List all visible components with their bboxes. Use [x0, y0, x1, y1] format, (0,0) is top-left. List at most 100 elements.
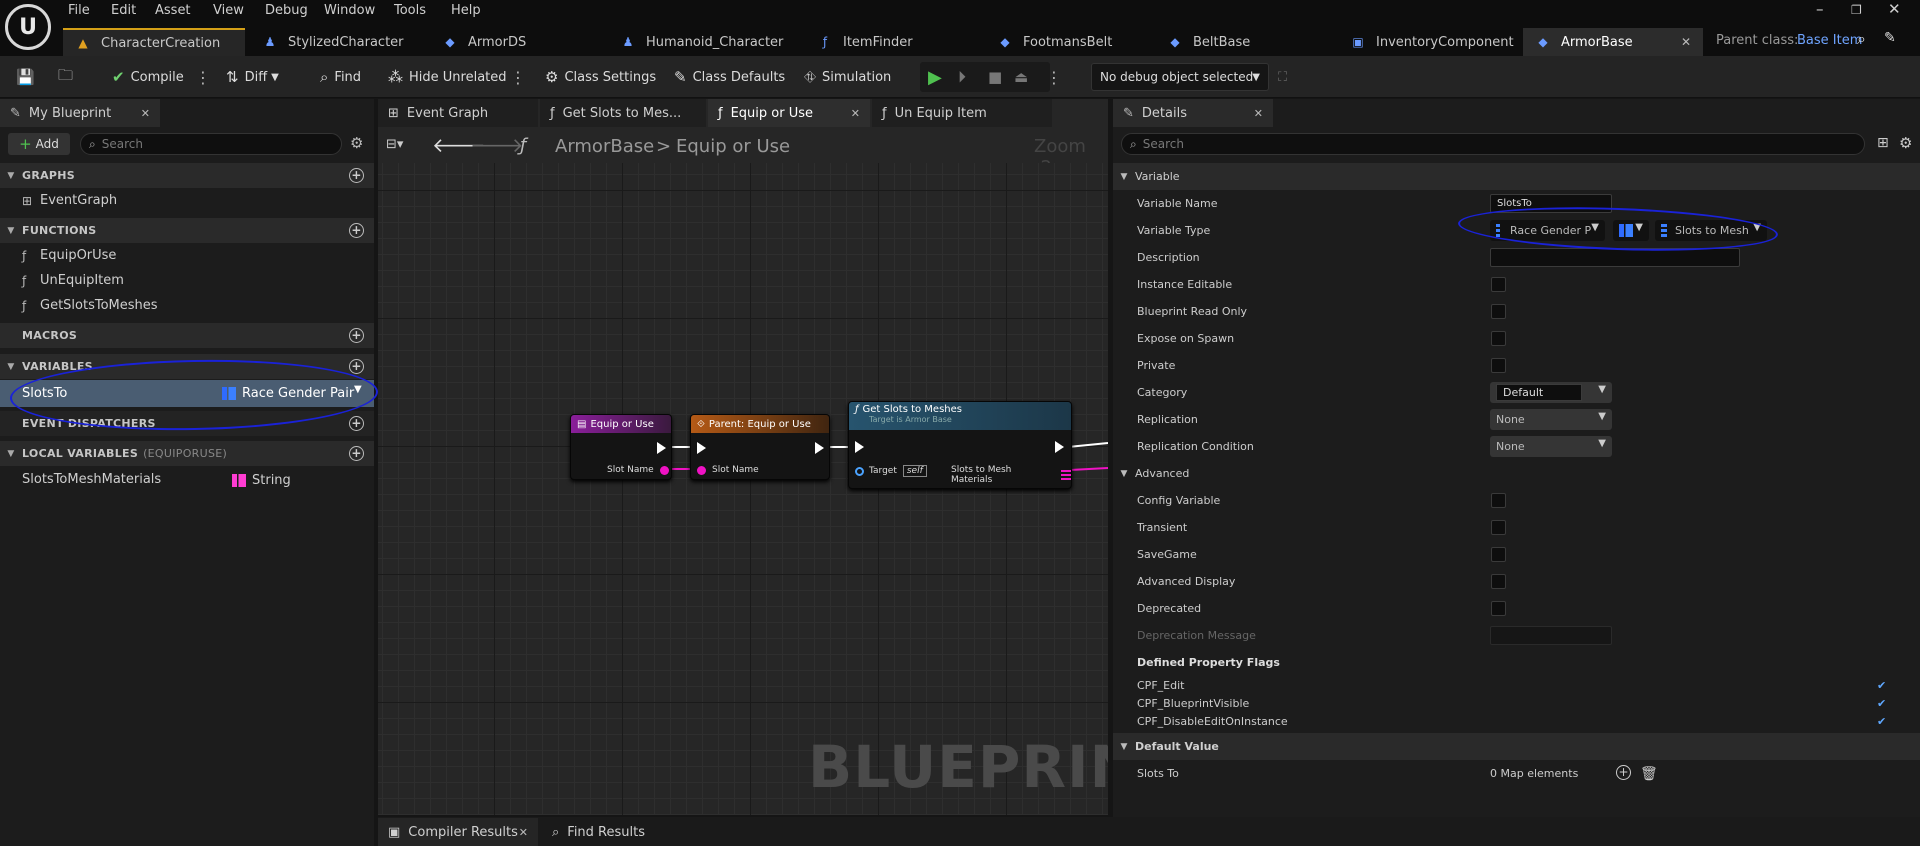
exec-out-pin[interactable]: [815, 442, 824, 454]
menu-debug[interactable]: Debug: [265, 3, 308, 18]
target-pin[interactable]: Target self: [855, 465, 927, 477]
search-input[interactable]: ⌕ Search: [80, 133, 342, 155]
details-search-input[interactable]: ⌕ Search: [1121, 133, 1865, 155]
function-item-equiporuse[interactable]: ƒ EquipOrUse: [0, 243, 374, 268]
node-parent-equip-or-use[interactable]: ⟐ Parent: Equip or Use Slot Name: [690, 414, 830, 480]
section-advanced[interactable]: ▼ Advanced: [1113, 460, 1920, 487]
asset-tab-beltbase[interactable]: ◆ BeltBase: [1155, 28, 1335, 56]
add-macro-icon[interactable]: +: [349, 328, 364, 343]
private-checkbox[interactable]: [1491, 358, 1506, 373]
class-settings-button[interactable]: ⚙ Class Settings: [545, 56, 656, 98]
menu-asset[interactable]: Asset: [155, 3, 191, 18]
add-dispatcher-icon[interactable]: +: [349, 416, 364, 431]
save-button[interactable]: 💾: [16, 56, 41, 98]
function-item-unequipitem[interactable]: ƒ UnEquipItem: [0, 268, 374, 293]
advanced-display-checkbox[interactable]: [1491, 574, 1506, 589]
compile-button[interactable]: ✔ Compile: [112, 56, 184, 98]
graph-canvas[interactable]: ▤ Equip or Use Slot Name ⟐ Parent: Equip o…: [378, 163, 1108, 815]
hide-unrelated-options-icon[interactable]: ⋮: [510, 56, 526, 98]
add-graph-icon[interactable]: +: [349, 168, 364, 183]
asset-tab-itemfinder[interactable]: ƒ ItemFinder: [805, 28, 985, 56]
exec-out-pin[interactable]: [1055, 441, 1064, 453]
browse-button[interactable]: 🗀: [58, 56, 79, 98]
class-defaults-button[interactable]: ✎ Class Defaults: [674, 56, 785, 98]
asset-tab-humanoid[interactable]: ♟ Humanoid_Character: [608, 28, 803, 56]
add-button[interactable]: + Add: [8, 133, 70, 155]
menu-tools[interactable]: Tools: [394, 3, 426, 18]
function-item-getslotstomeshes[interactable]: ƒ GetSlotsToMeshes: [0, 293, 374, 318]
section-graphs[interactable]: ▼ GRAPHS +: [0, 163, 374, 188]
trash-icon[interactable]: 🗑: [1640, 766, 1658, 782]
replication-condition-dropdown[interactable]: None ▼: [1490, 436, 1612, 457]
menu-help[interactable]: Help: [451, 3, 481, 18]
expose-on-spawn-checkbox[interactable]: [1491, 331, 1506, 346]
node-function-entry[interactable]: ▤ Equip or Use Slot Name: [570, 414, 672, 480]
menu-window[interactable]: Window: [324, 3, 375, 18]
parent-class-link[interactable]: Base Item: [1797, 33, 1862, 48]
eject-icon[interactable]: ⏏: [1014, 56, 1028, 98]
close-tab-icon[interactable]: ✕: [1254, 107, 1263, 120]
details-tab[interactable]: ✎ Details ✕: [1113, 99, 1273, 127]
category-dropdown[interactable]: Default ▼: [1490, 382, 1612, 403]
close-tab-icon[interactable]: ✕: [851, 107, 860, 120]
stop-icon[interactable]: ■: [988, 56, 1002, 98]
graph-tab-get-slots[interactable]: ƒ Get Slots to Mes...: [540, 99, 706, 127]
description-input[interactable]: [1490, 248, 1740, 267]
play-icon[interactable]: ▶: [928, 56, 942, 98]
bookmark-icon[interactable]: ⊟▾: [386, 137, 403, 152]
config-variable-checkbox[interactable]: [1491, 493, 1506, 508]
savegame-checkbox[interactable]: [1491, 547, 1506, 562]
add-function-icon[interactable]: +: [349, 223, 364, 238]
step-icon[interactable]: ⏵: [958, 56, 966, 98]
breadcrumb-root[interactable]: ArmorBase: [555, 136, 654, 157]
deprecated-checkbox[interactable]: [1491, 601, 1506, 616]
local-variable-item[interactable]: SlotsToMeshMaterials String: [0, 467, 374, 492]
section-functions[interactable]: ▼ FUNCTIONS +: [0, 218, 374, 243]
add-element-icon[interactable]: +: [1616, 765, 1631, 780]
asset-tab-footmansbelt[interactable]: ◆ FootmansBelt: [985, 28, 1155, 56]
minimize-icon[interactable]: –: [1816, 0, 1824, 18]
close-tab-icon[interactable]: ✕: [519, 826, 528, 839]
simulation-button[interactable]: ⛗ Simulation: [804, 56, 891, 98]
play-options-icon[interactable]: ⋮: [1046, 56, 1062, 98]
blueprint-read-only-checkbox[interactable]: [1491, 304, 1506, 319]
asset-tab-armorbase[interactable]: ◆ ArmorBase ✕: [1523, 28, 1703, 56]
section-macros[interactable]: MACROS +: [0, 323, 374, 348]
compile-options-icon[interactable]: ⋮: [195, 56, 211, 98]
edit-pencil-icon[interactable]: ✎: [1884, 30, 1896, 46]
menu-file[interactable]: File: [68, 3, 90, 18]
menu-view[interactable]: View: [213, 3, 244, 18]
close-window-icon[interactable]: ✕: [1888, 0, 1901, 18]
exec-in-pin[interactable]: [855, 441, 864, 453]
slots-to-mesh-materials-pin[interactable]: Slots to Mesh Materials: [951, 465, 1071, 485]
instance-editable-checkbox[interactable]: [1491, 277, 1506, 292]
unreal-logo-icon[interactable]: U: [5, 4, 51, 50]
node-get-slots-to-meshes[interactable]: ƒ Get Slots to Meshes Target is Armor Bas…: [848, 401, 1072, 489]
debug-filter-icon[interactable]: ⛶: [1278, 56, 1287, 98]
add-local-variable-icon[interactable]: +: [349, 446, 364, 461]
replication-dropdown[interactable]: None ▼: [1490, 409, 1612, 430]
category-input[interactable]: Default: [1496, 384, 1582, 401]
transient-checkbox[interactable]: [1491, 520, 1506, 535]
hide-unrelated-button[interactable]: ⁂ Hide Unrelated: [388, 56, 507, 98]
close-tab-icon[interactable]: ✕: [141, 107, 150, 120]
asset-tab-charactercreation[interactable]: ▲ CharacterCreation: [63, 28, 245, 56]
gear-icon[interactable]: ⚙: [350, 134, 363, 152]
close-tab-icon[interactable]: ✕: [1681, 35, 1691, 49]
section-default-value[interactable]: ▼ Default Value: [1113, 733, 1920, 760]
graph-tab-event-graph[interactable]: ⊞ Event Graph: [378, 99, 538, 127]
table-view-icon[interactable]: ⊞: [1877, 135, 1889, 151]
asset-tab-armords[interactable]: ◆ ArmorDS: [430, 28, 600, 56]
forward-arrow-icon[interactable]: 🡒: [470, 133, 524, 157]
slot-name-out-pin[interactable]: Slot Name: [607, 465, 669, 475]
my-blueprint-tab[interactable]: ✎ My Blueprint ✕: [0, 99, 160, 127]
diff-button[interactable]: ⇅ Diff ▼: [226, 56, 279, 98]
find-button[interactable]: ⌕ Find: [320, 56, 361, 98]
asset-tab-inventorycomponent[interactable]: ▣ InventoryComponent: [1338, 28, 1523, 56]
graph-tab-un-equip-item[interactable]: ƒ Un Equip Item: [872, 99, 1052, 127]
gear-icon[interactable]: ⚙: [1899, 134, 1912, 152]
debug-object-dropdown[interactable]: No debug object selected ▼: [1091, 63, 1269, 91]
graph-tab-equip-or-use[interactable]: ƒ Equip or Use ✕: [708, 99, 870, 127]
section-local-variables[interactable]: ▼ LOCAL VARIABLES (EQUIPORUSE) +: [0, 441, 374, 466]
find-results-tab[interactable]: ⌕ Find Results: [542, 818, 662, 846]
